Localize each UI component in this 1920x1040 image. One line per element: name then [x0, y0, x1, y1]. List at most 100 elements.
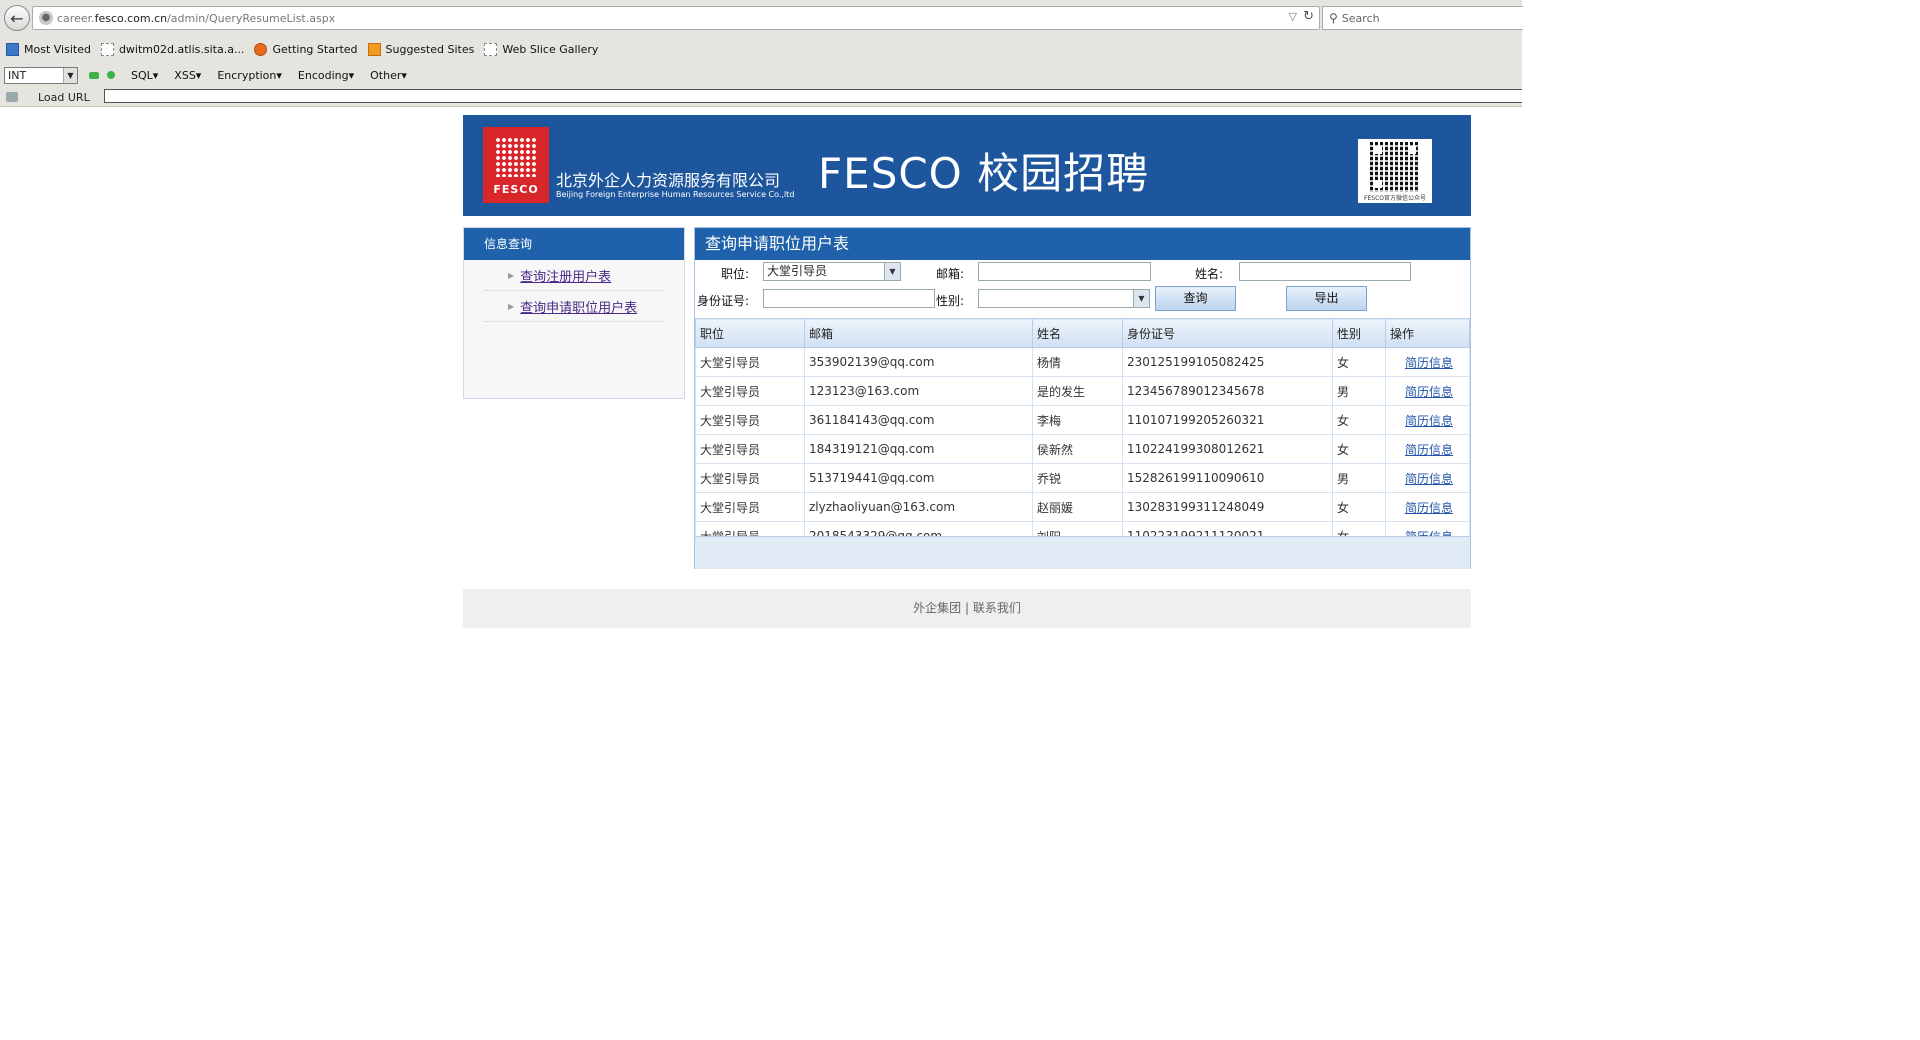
wechat-qr-code: FESCO官方微信公众号 [1358, 139, 1432, 203]
hackbar-menu-encryption[interactable]: Encryption▾ [217, 69, 282, 82]
table-pager-bar [695, 536, 1470, 569]
resume-info-link[interactable]: 简历信息 [1405, 385, 1453, 399]
site-identity-icon[interactable]: ● [39, 11, 53, 25]
back-button[interactable]: ← [4, 5, 30, 31]
search-bar[interactable]: ⚲ Search [1322, 6, 1523, 30]
bookmark-label: Getting Started [272, 42, 358, 56]
resume-info-link[interactable]: 简历信息 [1405, 443, 1453, 457]
position-label: 职位: [721, 267, 750, 281]
page-wrapper: FESCO 北京外企人力资源服务有限公司 Beijing Foreign Ent… [463, 115, 1471, 628]
increase-icon[interactable] [107, 71, 115, 79]
load-url-button[interactable]: Load URL [38, 91, 90, 104]
footer-link-contact[interactable]: 联系我们 [973, 601, 1021, 615]
page-icon [484, 42, 498, 56]
chevron-down-icon: ▼ [63, 67, 77, 83]
cell-action: 简历信息 [1385, 463, 1470, 493]
footer-separator: | [964, 601, 970, 615]
bookmark-web-slice-gallery[interactable]: Web Slice Gallery [484, 42, 598, 56]
query-button[interactable]: 查询 [1155, 286, 1236, 311]
cell-name: 乔锐 [1032, 463, 1123, 493]
table-row: 大堂引导员 zlyzhaoliyuan@163.com 赵丽媛 13028319… [695, 492, 1470, 522]
cell-position: 大堂引导员 [695, 492, 805, 522]
bookmark-label: Most Visited [24, 42, 91, 56]
hackbar-menu-encoding[interactable]: Encoding▾ [298, 69, 354, 82]
bookmark-most-visited[interactable]: Most Visited [6, 42, 91, 56]
hackbar-url-input[interactable] [104, 89, 1522, 103]
cell-gender: 女 [1332, 434, 1386, 464]
position-select[interactable]: 大堂引导员 ▼ [763, 262, 901, 281]
table-row: 大堂引导员 361184143@qq.com 李梅 11010719920526… [695, 405, 1470, 435]
cell-gender: 女 [1332, 347, 1386, 377]
cell-email: 123123@163.com [804, 376, 1033, 406]
address-bar[interactable]: ● career.fesco.com.cn/admin/QueryResumeL… [32, 6, 1320, 30]
cell-gender: 男 [1332, 376, 1386, 406]
resume-info-link[interactable]: 简历信息 [1405, 356, 1453, 370]
qr-caption: FESCO官方微信公众号 [1364, 195, 1426, 202]
page-icon [100, 42, 114, 56]
triangle-right-icon: ▶ [508, 301, 515, 311]
cell-email: 361184143@qq.com [804, 405, 1033, 435]
cell-name: 李梅 [1032, 405, 1123, 435]
col-header-action: 操作 [1385, 318, 1470, 348]
table-row: 大堂引导员 513719441@qq.com 乔锐 15282619911009… [695, 463, 1470, 493]
email-input[interactable] [978, 262, 1151, 281]
triangle-right-icon: ▶ [508, 270, 515, 280]
search-form: 职位: 大堂引导员 ▼ 邮箱: 姓名: 身份证号: 性别: ▼ 查询 导出 [695, 260, 1470, 318]
cell-gender: 男 [1332, 463, 1386, 493]
sidebar-link-applicants[interactable]: 查询申请职位用户表 [520, 297, 637, 316]
bookmark-dwitm[interactable]: dwitm02d.atlis.sita.a... [100, 42, 244, 56]
name-input[interactable] [1239, 262, 1411, 281]
sidebar-link-registered-users[interactable]: 查询注册用户表 [520, 266, 611, 285]
table-header-row: 职位 邮箱 姓名 身份证号 性别 操作 [695, 318, 1470, 348]
reload-icon[interactable]: ↻ [1303, 9, 1314, 24]
gender-select[interactable]: ▼ [978, 289, 1150, 308]
col-header-email: 邮箱 [804, 318, 1033, 348]
url-prefix: career. [57, 11, 95, 25]
resume-info-link[interactable]: 简历信息 [1405, 501, 1453, 515]
hackbar-menu-sql[interactable]: SQL▾ [131, 69, 158, 82]
cell-position: 大堂引导员 [695, 434, 805, 464]
sidebar-item-applicants: ▶ 查询申请职位用户表 [484, 291, 664, 322]
footer-link-group[interactable]: 外企集团 [913, 601, 961, 615]
chevron-down-icon: ▼ [884, 263, 900, 280]
load-url-icon[interactable] [6, 92, 18, 102]
cell-id-number: 130283199311248049 [1122, 492, 1333, 522]
hackbar-load-row: Load URL [0, 88, 1522, 106]
decrease-icon[interactable] [89, 71, 99, 79]
sidebar-menu: 信息查询 ▶ 查询注册用户表 ▶ 查询申请职位用户表 [463, 227, 685, 399]
site-banner: FESCO 北京外企人力资源服务有限公司 Beijing Foreign Ent… [463, 115, 1471, 216]
id-number-label: 身份证号: [697, 294, 750, 308]
position-select-value: 大堂引导员 [767, 264, 828, 278]
hackbar-toolbar: INT ▼ SQL▾ XSS▾ Encryption▾ Encoding▾ Oth… [0, 64, 407, 86]
email-label: 邮箱: [936, 267, 965, 281]
chevron-down-icon: ▼ [1133, 290, 1149, 307]
cell-id-number: 110107199205260321 [1122, 405, 1333, 435]
cell-email: 513719441@qq.com [804, 463, 1033, 493]
cell-name: 是的发生 [1032, 376, 1123, 406]
resume-info-link[interactable]: 简历信息 [1405, 472, 1453, 486]
export-button[interactable]: 导出 [1286, 286, 1367, 311]
id-number-input[interactable] [763, 289, 935, 308]
hackbar-menu-xss[interactable]: XSS▾ [174, 69, 201, 82]
main-panel: 查询申请职位用户表 职位: 大堂引导员 ▼ 邮箱: 姓名: 身份证号: 性别: … [694, 227, 1471, 569]
company-name-cn: 北京外企人力资源服务有限公司 [556, 171, 781, 190]
name-label: 姓名: [1195, 267, 1224, 281]
cell-action: 简历信息 [1385, 405, 1470, 435]
hackbar-type-select[interactable]: INT ▼ [4, 66, 78, 84]
sidebar-header: 信息查询 [464, 228, 684, 260]
firefox-icon [254, 42, 268, 56]
hackbar-select-value: INT [8, 68, 27, 82]
cell-gender: 女 [1332, 492, 1386, 522]
cell-email: 184319121@qq.com [804, 434, 1033, 464]
company-name-en: Beijing Foreign Enterprise Human Resourc… [556, 190, 795, 199]
bookmark-suggested-sites[interactable]: Suggested Sites [367, 42, 474, 56]
resume-info-link[interactable]: 简历信息 [1405, 414, 1453, 428]
cell-position: 大堂引导员 [695, 347, 805, 377]
bookmark-getting-started[interactable]: Getting Started [254, 42, 358, 56]
hackbar-menu-other[interactable]: Other▾ [370, 69, 407, 82]
history-dropdown-icon[interactable]: ▽ [1289, 10, 1297, 23]
cell-position: 大堂引导员 [695, 405, 805, 435]
url-domain: fesco.com.cn [94, 11, 168, 25]
cell-name: 赵丽媛 [1032, 492, 1123, 522]
cell-name: 杨倩 [1032, 347, 1123, 377]
